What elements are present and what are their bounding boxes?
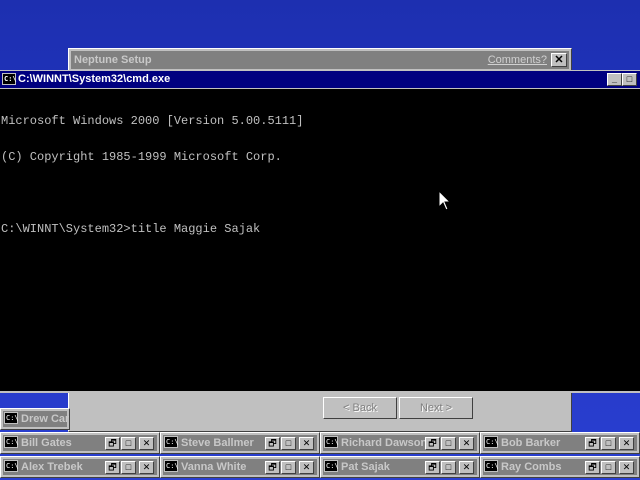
restore-button[interactable]: 🗗 [585, 437, 600, 450]
cmd-icon: C:\ [4, 412, 19, 424]
minimized-window-title: Drew Carey [21, 413, 69, 425]
console-line: (C) Copyright 1985-1999 Microsoft Corp. [1, 150, 282, 164]
minimized-window-ray-combs[interactable]: C:\ Ray Combs 🗗 □ ✕ [480, 456, 640, 478]
minimized-window-alex-trebek[interactable]: C:\ Alex Trebek 🗗 □ ✕ [0, 456, 160, 478]
setup-close-button[interactable]: ✕ [551, 53, 567, 67]
minimized-window-drew-carey[interactable]: C:\ Drew Carey [0, 408, 70, 430]
maximize-button[interactable]: □ [601, 437, 616, 450]
cmd-icon: C:\ [164, 460, 179, 472]
close-button[interactable]: ✕ [299, 437, 314, 450]
maximize-button[interactable]: □ [281, 437, 296, 450]
next-button[interactable]: Next > [399, 397, 473, 419]
cmd-icon: C:\ [484, 436, 499, 448]
restore-button[interactable]: 🗗 [265, 461, 280, 474]
minimized-window-title: Richard Dawson [341, 437, 425, 449]
maximize-button[interactable]: □ [281, 461, 296, 474]
minimized-window-title: Steve Ballmer [181, 437, 254, 449]
restore-button[interactable]: 🗗 [425, 437, 440, 450]
minimized-window-title: Bob Barker [501, 437, 561, 449]
minimized-window-title: Ray Combs [501, 461, 562, 473]
console-line: Microsoft Windows 2000 [Version 5.00.511… [1, 114, 304, 128]
maximize-button[interactable]: □ [622, 73, 637, 86]
close-button[interactable]: ✕ [299, 461, 314, 474]
minimize-button[interactable]: _ [607, 73, 622, 86]
setup-titlebar[interactable]: Neptune Setup Comments? ✕ [71, 51, 569, 69]
minimized-window-bill-gates[interactable]: C:\ Bill Gates 🗗 □ ✕ [0, 432, 160, 454]
maximize-button[interactable]: □ [121, 437, 136, 450]
minimized-window-title: Alex Trebek [21, 461, 83, 473]
minimized-window-pat-sajak[interactable]: C:\ Pat Sajak 🗗 □ ✕ [320, 456, 480, 478]
close-button[interactable]: ✕ [619, 437, 634, 450]
cmd-window: C:\ C:\WINNT\System32\cmd.exe _ □ Micros… [0, 70, 640, 393]
maximize-button[interactable]: □ [121, 461, 136, 474]
minimized-window-title: Vanna White [181, 461, 247, 473]
close-button[interactable]: ✕ [139, 437, 154, 450]
cmd-icon: C:\ [4, 436, 19, 448]
comments-link[interactable]: Comments? [488, 53, 547, 67]
restore-button[interactable]: 🗗 [105, 437, 120, 450]
restore-button[interactable]: 🗗 [105, 461, 120, 474]
minimized-window-vanna-white[interactable]: C:\ Vanna White 🗗 □ ✕ [160, 456, 320, 478]
close-button[interactable]: ✕ [459, 461, 474, 474]
cmd-titlebar[interactable]: C:\ C:\WINNT\System32\cmd.exe _ □ [0, 71, 640, 88]
mouse-pointer-icon [438, 190, 452, 211]
minimized-window-bob-barker[interactable]: C:\ Bob Barker 🗗 □ ✕ [480, 432, 640, 454]
maximize-button[interactable]: □ [441, 437, 456, 450]
close-button[interactable]: ✕ [619, 461, 634, 474]
console-prompt-line: C:\WINNT\System32>title Maggie Sajak [1, 222, 261, 236]
restore-button[interactable]: 🗗 [425, 461, 440, 474]
minimized-window-title: Bill Gates [21, 437, 72, 449]
restore-button[interactable]: 🗗 [585, 461, 600, 474]
minimized-window-title: Pat Sajak [341, 461, 390, 473]
minimized-window-steve-ballmer[interactable]: C:\ Steve Ballmer 🗗 □ ✕ [160, 432, 320, 454]
console-output[interactable]: Microsoft Windows 2000 [Version 5.00.511… [0, 89, 640, 391]
close-button[interactable]: ✕ [139, 461, 154, 474]
back-button[interactable]: < Back [323, 397, 397, 419]
cmd-icon: C:\ [324, 436, 339, 448]
setup-title: Neptune Setup [74, 54, 152, 66]
maximize-button[interactable]: □ [601, 461, 616, 474]
cmd-icon: C:\ [484, 460, 499, 472]
minimized-window-richard-dawson[interactable]: C:\ Richard Dawson 🗗 □ ✕ [320, 432, 480, 454]
cmd-icon[interactable]: C:\ [2, 73, 17, 85]
cmd-icon: C:\ [164, 436, 179, 448]
close-button[interactable]: ✕ [459, 437, 474, 450]
cmd-icon: C:\ [324, 460, 339, 472]
cmd-icon: C:\ [4, 460, 19, 472]
restore-button[interactable]: 🗗 [265, 437, 280, 450]
cmd-title: C:\WINNT\System32\cmd.exe [18, 73, 171, 85]
maximize-button[interactable]: □ [441, 461, 456, 474]
